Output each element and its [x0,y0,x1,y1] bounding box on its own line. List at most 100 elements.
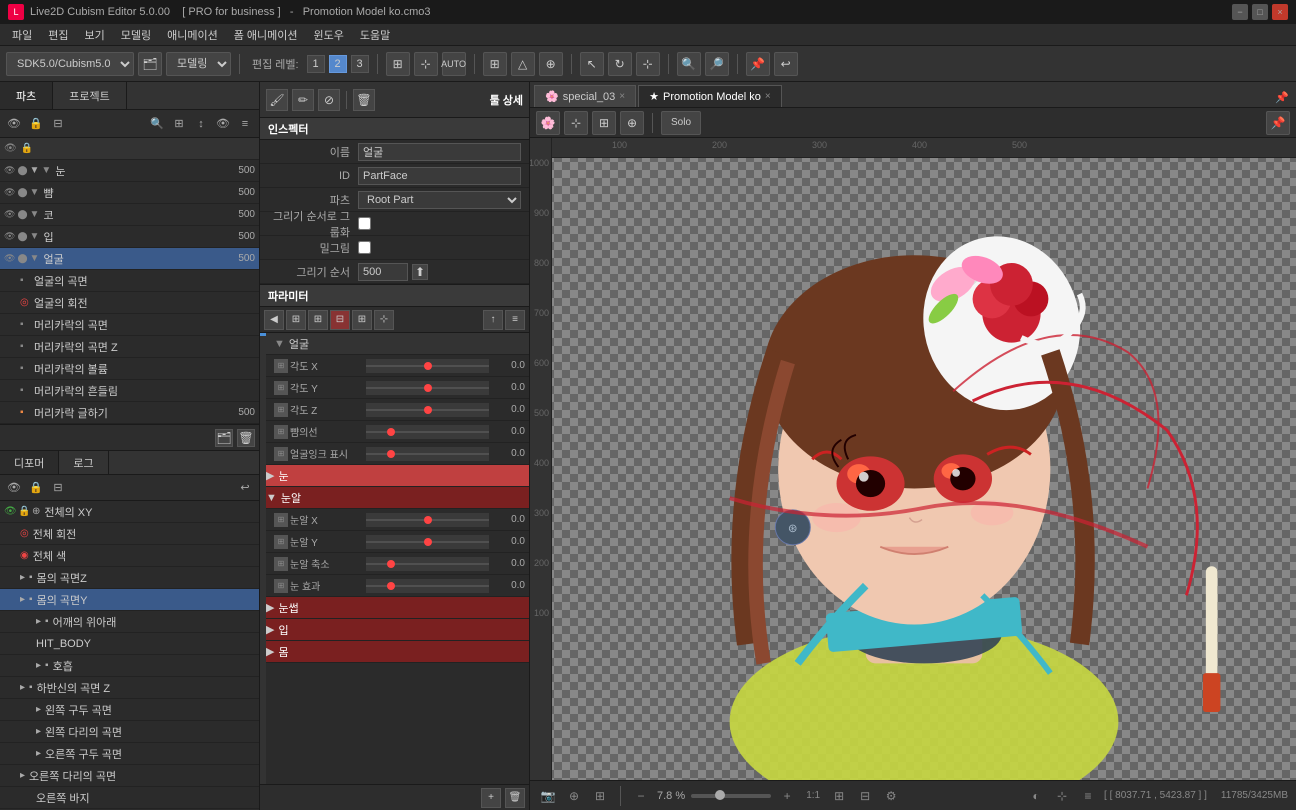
def-menu-btn[interactable]: ↩ [235,478,255,498]
minimize-button[interactable]: − [1232,4,1248,20]
tab-project[interactable]: 프로젝트 [53,82,126,109]
param-eyeball-shrink-key[interactable]: ⊞ [274,557,288,571]
params-add-btn[interactable]: + [481,788,501,808]
param-angle-z-slider[interactable] [366,403,489,417]
tool-detail-trash[interactable]: 🗑 [353,89,375,111]
parts-delete-btn[interactable]: 🗑 [237,429,255,447]
draw-order-number-input[interactable] [358,263,408,281]
param-group-row-mouth[interactable]: ▶ 입 [260,619,529,641]
rotate-btn[interactable]: ↻ [608,52,632,76]
draw-order-arrows[interactable]: ⬆ [412,264,428,280]
params-prev2-btn[interactable]: ⊞ [286,310,306,330]
part-row-hair-glahagie[interactable]: ▪ 머리카락 글하기 500 [0,402,259,424]
param-face-ink-key[interactable]: ⊞ [274,447,288,461]
parts-select[interactable]: Root Part [358,191,521,209]
def-row-left-shoe[interactable]: ▸ 왼쪽 구두 곡면 [0,699,259,721]
param-eye-effect-key[interactable]: ⊞ [274,579,288,593]
tab-deformer[interactable]: 디포머 [0,451,59,474]
menu-form-animation[interactable]: 폼 애니메이션 [226,25,306,45]
pin-btn[interactable]: 📌 [746,52,770,76]
menu-view[interactable]: 보기 [77,25,113,45]
def-lock-btn[interactable]: 🔒 [26,478,46,498]
param-eye-effect-thumb[interactable] [387,582,395,590]
def-row-right-shoe[interactable]: ▸ 오른쪽 구두 곡면 [0,743,259,765]
part-row-hair-curve[interactable]: ▪ 머리카락의 곡면 [0,314,259,336]
params-next-btn[interactable]: ⊞ [308,310,328,330]
def-row-lower-z[interactable]: ▸ ▪ 하반신의 곡면 Z [0,677,259,699]
id-input[interactable] [358,167,521,185]
parts-add-btn[interactable]: 🗂 [215,429,233,447]
tool1-btn[interactable]: ⊞ [483,52,507,76]
part-row-nose[interactable]: 👁 ⬤ ▼ 코 500 [0,204,259,226]
param-angle-y-slider[interactable] [366,381,489,395]
def-expand-btn[interactable]: ⊟ [48,478,68,498]
undo-btn[interactable]: ↩ [774,52,798,76]
part-row-face-rotation[interactable]: ◎ 얼굴의 회전 [0,292,259,314]
param-cheek-thumb[interactable] [387,428,395,436]
params-graph-btn[interactable]: ⊹ [374,310,394,330]
param-cheek-key[interactable]: ⊞ [274,425,288,439]
def-row-left-leg[interactable]: ▸ 왼쪽 다리의 곡면 [0,721,259,743]
param-face-ink-thumb[interactable] [387,450,395,458]
fit-btn[interactable]: ⊞ [829,786,849,806]
tab-parts[interactable]: 파츠 [0,82,53,109]
tab-pin-btn[interactable]: 📌 [1272,87,1292,107]
cursor-btn[interactable]: ↖ [580,52,604,76]
params-table-btn[interactable]: ⊞ [352,310,372,330]
canvas-tool1[interactable]: 🌸 [536,111,560,135]
params-delete-btn[interactable]: 🗑 [505,788,525,808]
frame-btn[interactable]: ⊟ [855,786,875,806]
maximize-button[interactable]: □ [1252,4,1268,20]
canvas-tab-special[interactable]: 🌸 special_03 × [534,85,636,107]
name-input[interactable] [358,143,521,161]
def-row-xy[interactable]: 👁 🔒 ⊕ 전체의 XY [0,501,259,523]
zoom-btn[interactable]: 🔍 [677,52,701,76]
canvas-tool4[interactable]: ⊕ [620,111,644,135]
auto-btn[interactable]: AUTO [442,52,466,76]
canvas-tool3[interactable]: ⊞ [592,111,616,135]
parts-eye-btn[interactable]: 👁 [4,114,24,134]
zoom-out-btn[interactable]: − [631,786,651,806]
canvas-tab-promotion[interactable]: ★ Promotion Model ko × [638,85,782,107]
param-eyeball-y-thumb[interactable] [424,538,432,546]
grid-btn[interactable]: ⊞ [386,52,410,76]
more-btn[interactable]: ≡ [1078,786,1098,806]
display-btn[interactable]: ⊹ [1052,786,1072,806]
menu-modeling[interactable]: 모델링 [113,25,159,45]
parts-expand-btn[interactable]: ⊟ [48,114,68,134]
canvas-lock-btn[interactable]: 📌 [1266,111,1290,135]
param-eyeball-shrink-slider[interactable] [366,557,489,571]
param-face-ink-slider[interactable] [366,447,489,461]
menu-help[interactable]: 도움말 [352,25,398,45]
edit-level-3[interactable]: 3 [351,55,369,73]
param-angle-y-thumb[interactable] [424,384,432,392]
parts-lock-btn[interactable]: 🔒 [26,114,46,134]
param-angle-x-key[interactable]: ⊞ [274,359,288,373]
close-button[interactable]: × [1272,4,1288,20]
tool-detail-brush[interactable]: 🖌 [266,89,288,111]
params-export-btn[interactable]: ↑ [483,310,503,330]
param-eyeball-shrink-thumb[interactable] [387,560,395,568]
parts-copy-btn[interactable]: ⊞ [169,114,189,134]
edit-level-2[interactable]: 2 [329,55,347,73]
parts-search-btn[interactable]: 🔍 [147,114,167,134]
mode-select[interactable]: 모델링 [166,52,231,76]
param-group-row-eye[interactable]: ▶ 눈 [260,465,529,487]
tool-detail-pen[interactable]: ✏ [292,89,314,111]
header-lock-icon[interactable]: 🔒 [21,143,33,154]
param-group-row-eyeball[interactable]: ▼ 눈알 [260,487,529,509]
mesh-btn[interactable]: ⊹ [414,52,438,76]
def-row-body-y[interactable]: ▸ ▪ 몸의 곡면Y [0,589,259,611]
def-eye-btn[interactable]: 👁 [4,478,24,498]
canvas-tool2[interactable]: ⊹ [564,111,588,135]
part-row-face[interactable]: 👁 ⬤ ▼ 얼굴 500 [0,248,259,270]
quality-btn[interactable]: ◐ [1026,786,1046,806]
param-eyeball-y-key[interactable]: ⊞ [274,535,288,549]
param-group-row-eyebrow[interactable]: ▶ 눈썹 [260,597,529,619]
menu-animation[interactable]: 애니메이션 [159,25,226,45]
canvas-camera-btn[interactable]: 📷 [538,786,558,806]
param-angle-x-slider[interactable] [366,359,489,373]
def-row-shoulder[interactable]: ▸ ▪ 어깨의 위아래 [0,611,259,633]
params-prev-btn[interactable]: ◀ [264,310,284,330]
def-row-right-pants[interactable]: 오른쪽 바지 [0,787,259,809]
